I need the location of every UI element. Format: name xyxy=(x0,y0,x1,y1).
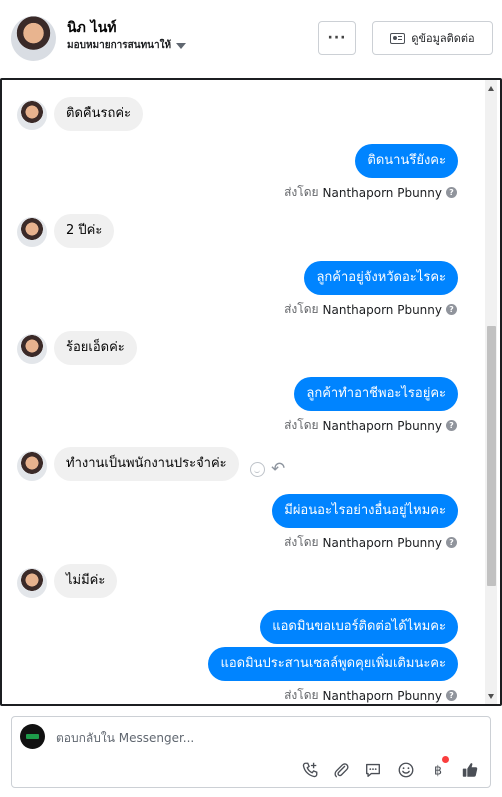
thumbs-up-icon[interactable] xyxy=(460,760,480,780)
react-smiley-icon[interactable] xyxy=(250,462,265,477)
help-icon[interactable]: ? xyxy=(446,420,457,431)
view-contact-label: ดูข้อมูลติดต่อ xyxy=(411,32,475,45)
assign-label: มอบหมายการสนทนาให้ xyxy=(67,40,172,51)
incoming-message: ติดคืนรถค่ะ xyxy=(54,97,143,131)
help-icon[interactable]: ? xyxy=(446,537,457,548)
incoming-message: ร้อยเอ็ดค่ะ xyxy=(54,331,137,365)
sender-avatar xyxy=(17,217,47,247)
scrollbar-thumb[interactable] xyxy=(487,326,496,586)
scroll-down-icon[interactable] xyxy=(488,694,494,699)
message-actions: ↶ xyxy=(250,461,285,478)
sender-avatar xyxy=(17,334,47,364)
phone-plus-icon[interactable] xyxy=(300,760,320,780)
sender-name: Nanthaporn Pbunny xyxy=(322,688,442,703)
assign-conversation-dropdown[interactable]: มอบหมายการสนทนาให้ xyxy=(67,38,187,53)
incoming-message: 2 ปีค่ะ xyxy=(54,214,115,248)
notification-dot xyxy=(442,756,449,763)
sent-by-label: ส่งโดย Nanthaporn Pbunny ? xyxy=(284,183,457,202)
reply-input[interactable] xyxy=(56,727,456,749)
view-contact-button[interactable]: ดูข้อมูลติดต่อ xyxy=(372,21,493,55)
sent-by-prefix: ส่งโดย xyxy=(284,535,319,549)
outgoing-message: ติดนานรึยังคะ xyxy=(355,144,458,178)
help-icon[interactable]: ? xyxy=(446,690,457,701)
sent-by-prefix: ส่งโดย xyxy=(284,688,319,702)
sent-by-prefix: ส่งโดย xyxy=(284,302,319,316)
sender-avatar xyxy=(17,100,47,130)
scrollbar[interactable] xyxy=(485,80,497,704)
sender-avatar xyxy=(17,451,47,481)
baht-icon[interactable]: ฿ xyxy=(428,756,449,780)
scroll-up-icon[interactable] xyxy=(488,86,494,91)
incoming-message: ไม่มีค่ะ xyxy=(54,564,118,598)
conversation-header: นิภ ไนท์ มอบหมายการสนทนาให้ ··· ดูข้อมูล… xyxy=(0,0,502,78)
caret-down-icon xyxy=(176,42,187,49)
outgoing-message: ลูกค้าทำอาชีพอะไรอยู่คะ xyxy=(294,377,458,411)
sender-name: Nanthaporn Pbunny xyxy=(322,418,442,433)
outgoing-message: แอดมินประสานเซลล์พูดคุยเพิ่มเติมนะคะ xyxy=(208,647,458,681)
outgoing-message: มีผ่อนอะไรอย่างอื่นอยู่ไหมคะ xyxy=(272,494,458,528)
chat-bubble-icon[interactable] xyxy=(363,760,383,780)
message-thread[interactable]: ติดคืนรถค่ะ ติดนานรึยังคะ ส่งโดย Nanthap… xyxy=(0,78,502,706)
sent-by-prefix: ส่งโดย xyxy=(284,418,319,432)
sent-by-prefix: ส่งโดย xyxy=(284,185,319,199)
sender-name: Nanthaporn Pbunny xyxy=(322,185,442,200)
sent-by-label: ส่งโดย Nanthaporn Pbunny ? xyxy=(284,686,457,704)
sent-by-label: ส่งโดย Nanthaporn Pbunny ? xyxy=(284,300,457,319)
help-icon[interactable]: ? xyxy=(446,187,457,198)
sent-by-label: ส่งโดย Nanthaporn Pbunny ? xyxy=(284,533,457,552)
smiley-icon[interactable] xyxy=(396,760,416,780)
incoming-message: ทำงานเป็นพนักงานประจำค่ะ xyxy=(54,447,239,481)
contact-name[interactable]: นิภ ไนท์ xyxy=(67,17,117,39)
paperclip-icon[interactable] xyxy=(331,760,351,780)
sent-by-label: ส่งโดย Nanthaporn Pbunny ? xyxy=(284,416,457,435)
reply-arrow-icon[interactable]: ↶ xyxy=(271,461,285,478)
outgoing-message: แอดมินขอเบอร์ติดต่อได้ไหมคะ xyxy=(260,610,458,644)
page-logo-avatar xyxy=(20,724,45,749)
sender-name: Nanthaporn Pbunny xyxy=(322,535,442,550)
reply-composer: ฿ xyxy=(11,716,491,788)
contact-avatar[interactable] xyxy=(11,16,56,61)
help-icon[interactable]: ? xyxy=(446,304,457,315)
sender-name: Nanthaporn Pbunny xyxy=(322,302,442,317)
outgoing-message: ลูกค้าอยู่จังหวัดอะไรคะ xyxy=(304,261,458,295)
more-options-button[interactable]: ··· xyxy=(318,21,356,55)
svg-text:฿: ฿ xyxy=(434,763,442,778)
id-card-icon xyxy=(390,32,406,44)
sender-avatar xyxy=(17,568,47,598)
